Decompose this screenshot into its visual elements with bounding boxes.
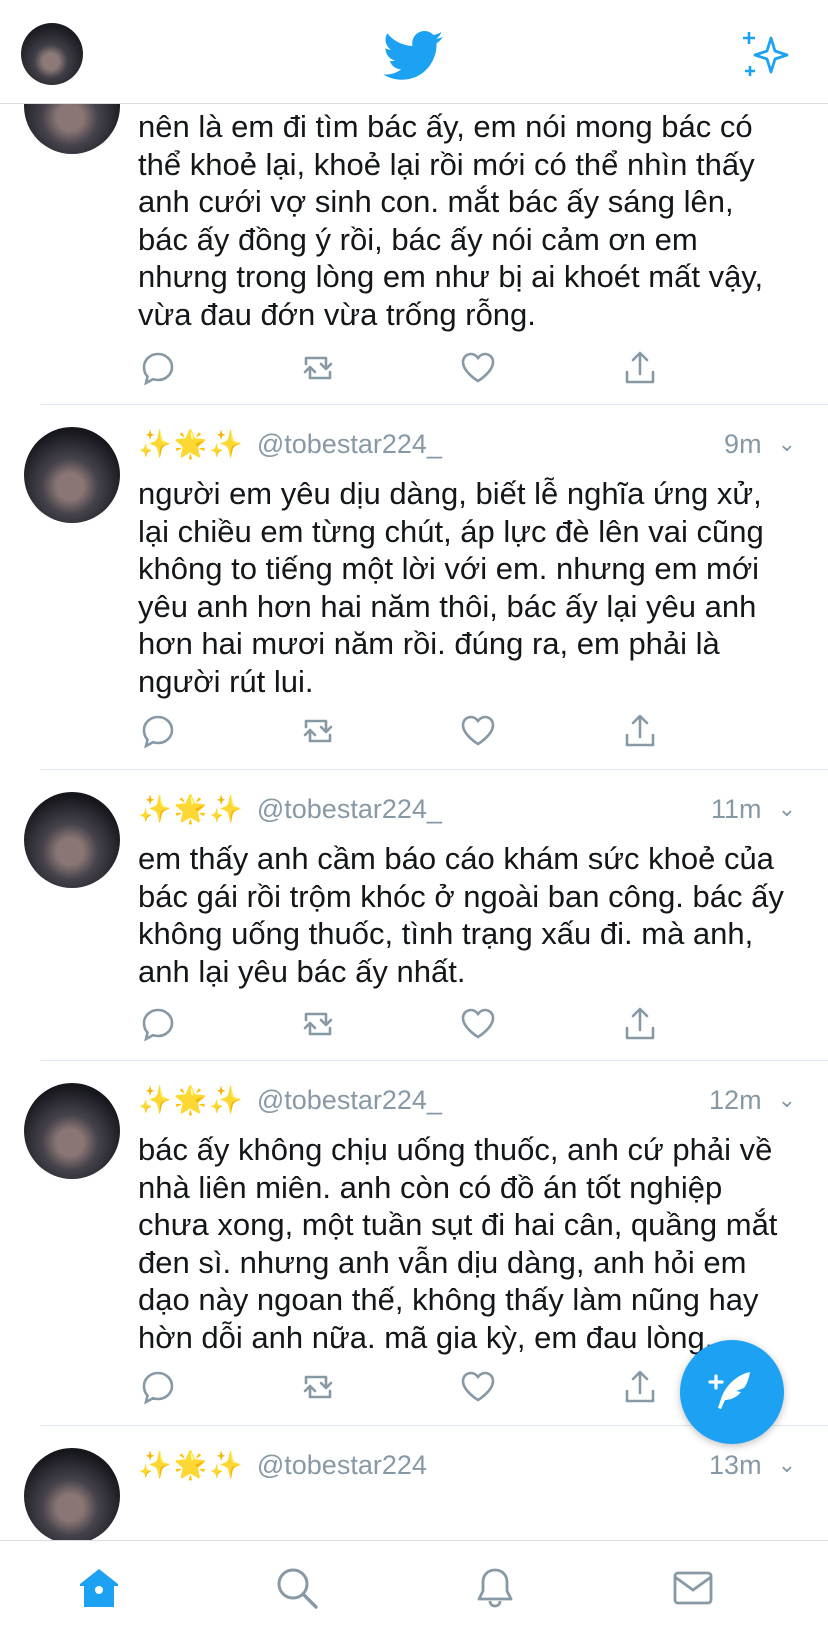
user-avatar[interactable] (24, 792, 120, 888)
chevron-down-icon[interactable]: ⌄ (778, 1452, 796, 1478)
tweet[interactable]: ✨🌟✨ @tobestar224_ 11m ⌄ em thấy anh cầm … (24, 770, 828, 1061)
tweet-actions (138, 1004, 698, 1044)
home-icon (80, 1569, 118, 1607)
reply-icon[interactable] (138, 1004, 178, 1044)
tweet-actions (138, 1367, 698, 1407)
profile-avatar[interactable] (21, 23, 83, 85)
user-handle[interactable]: @tobestar224 (257, 1450, 427, 1481)
tweet-text: nên là em đi tìm bác ấy, em nói mong bác… (138, 109, 764, 332)
tweet-time: 12m (709, 1084, 762, 1115)
like-icon[interactable] (458, 1004, 498, 1044)
user-avatar[interactable] (24, 1083, 120, 1179)
tweet-text: bác ấy không chịu uống thuốc, anh cứ phả… (138, 1132, 778, 1355)
user-avatar[interactable] (24, 104, 120, 154)
tab-search[interactable] (274, 1565, 320, 1611)
user-handle[interactable]: @tobestar224_ (257, 429, 442, 460)
display-name[interactable]: ✨🌟✨ (138, 428, 245, 460)
tweet-header: ✨🌟✨ @tobestar224_ 9m ⌄ (138, 427, 796, 461)
like-icon[interactable] (458, 348, 498, 388)
user-handle[interactable]: @tobestar224_ (257, 1085, 442, 1116)
user-avatar[interactable] (24, 427, 120, 523)
tweet-header: ✨🌟✨ @tobestar224 13m ⌄ (138, 1448, 796, 1482)
compose-tweet-button[interactable] (680, 1340, 784, 1444)
tweet-actions (138, 348, 698, 388)
display-name[interactable]: ✨🌟✨ (138, 1449, 245, 1481)
retweet-icon[interactable] (298, 1004, 338, 1044)
tweet-text: em thấy anh cầm báo cáo khám sức khoẻ củ… (138, 841, 784, 989)
chevron-down-icon[interactable]: ⌄ (778, 431, 796, 457)
share-icon[interactable] (620, 1367, 660, 1407)
reply-icon[interactable] (138, 711, 178, 751)
tweet-text: người em yêu dịu dàng, biết lễ nghĩa ứng… (138, 476, 764, 699)
tab-notifications[interactable] (472, 1565, 518, 1611)
tweet-actions (138, 711, 698, 751)
tweet-header: ✨🌟✨ @tobestar224_ 12m ⌄ (138, 1083, 796, 1117)
tweet-header: ✨🌟✨ @tobestar224_ 11m ⌄ (138, 792, 796, 826)
user-handle[interactable]: @tobestar224_ (257, 794, 442, 825)
search-icon (277, 1568, 318, 1609)
twitter-bird-icon (384, 31, 443, 80)
retweet-icon[interactable] (298, 1367, 338, 1407)
mail-icon (673, 1571, 713, 1605)
top-bar (0, 0, 828, 104)
display-name[interactable]: ✨🌟✨ (138, 1084, 245, 1116)
compose-tweet-icon (708, 1372, 750, 1409)
chevron-down-icon[interactable]: ⌄ (778, 796, 796, 822)
bell-icon (477, 1568, 513, 1608)
bottom-tab-bar (0, 1540, 828, 1643)
like-icon[interactable] (458, 711, 498, 751)
reply-icon[interactable] (138, 1367, 178, 1407)
share-icon[interactable] (620, 348, 660, 388)
user-avatar[interactable] (24, 1448, 120, 1540)
share-icon[interactable] (620, 711, 660, 751)
tab-home[interactable] (76, 1565, 122, 1611)
tweet-time: 11m (711, 793, 762, 824)
tab-messages[interactable] (670, 1565, 716, 1611)
sparkle-icon[interactable] (741, 30, 791, 80)
tweet-time: 13m (709, 1449, 762, 1480)
timeline-feed[interactable]: nên là em đi tìm bác ấy, em nói mong bác… (0, 104, 828, 1540)
reply-icon[interactable] (138, 348, 178, 388)
tweet-time: 9m (724, 428, 762, 459)
tweet[interactable]: ✨🌟✨ @tobestar224 13m ⌄ (24, 1426, 828, 1540)
retweet-icon[interactable] (298, 711, 338, 751)
tweet[interactable]: ✨🌟✨ @tobestar224_ 9m ⌄ người em yêu dịu … (24, 405, 828, 770)
tweet[interactable]: nên là em đi tìm bác ấy, em nói mong bác… (24, 104, 828, 405)
share-icon[interactable] (620, 1004, 660, 1044)
chevron-down-icon[interactable]: ⌄ (778, 1087, 796, 1113)
retweet-icon[interactable] (298, 348, 338, 388)
like-icon[interactable] (458, 1367, 498, 1407)
display-name[interactable]: ✨🌟✨ (138, 793, 245, 825)
